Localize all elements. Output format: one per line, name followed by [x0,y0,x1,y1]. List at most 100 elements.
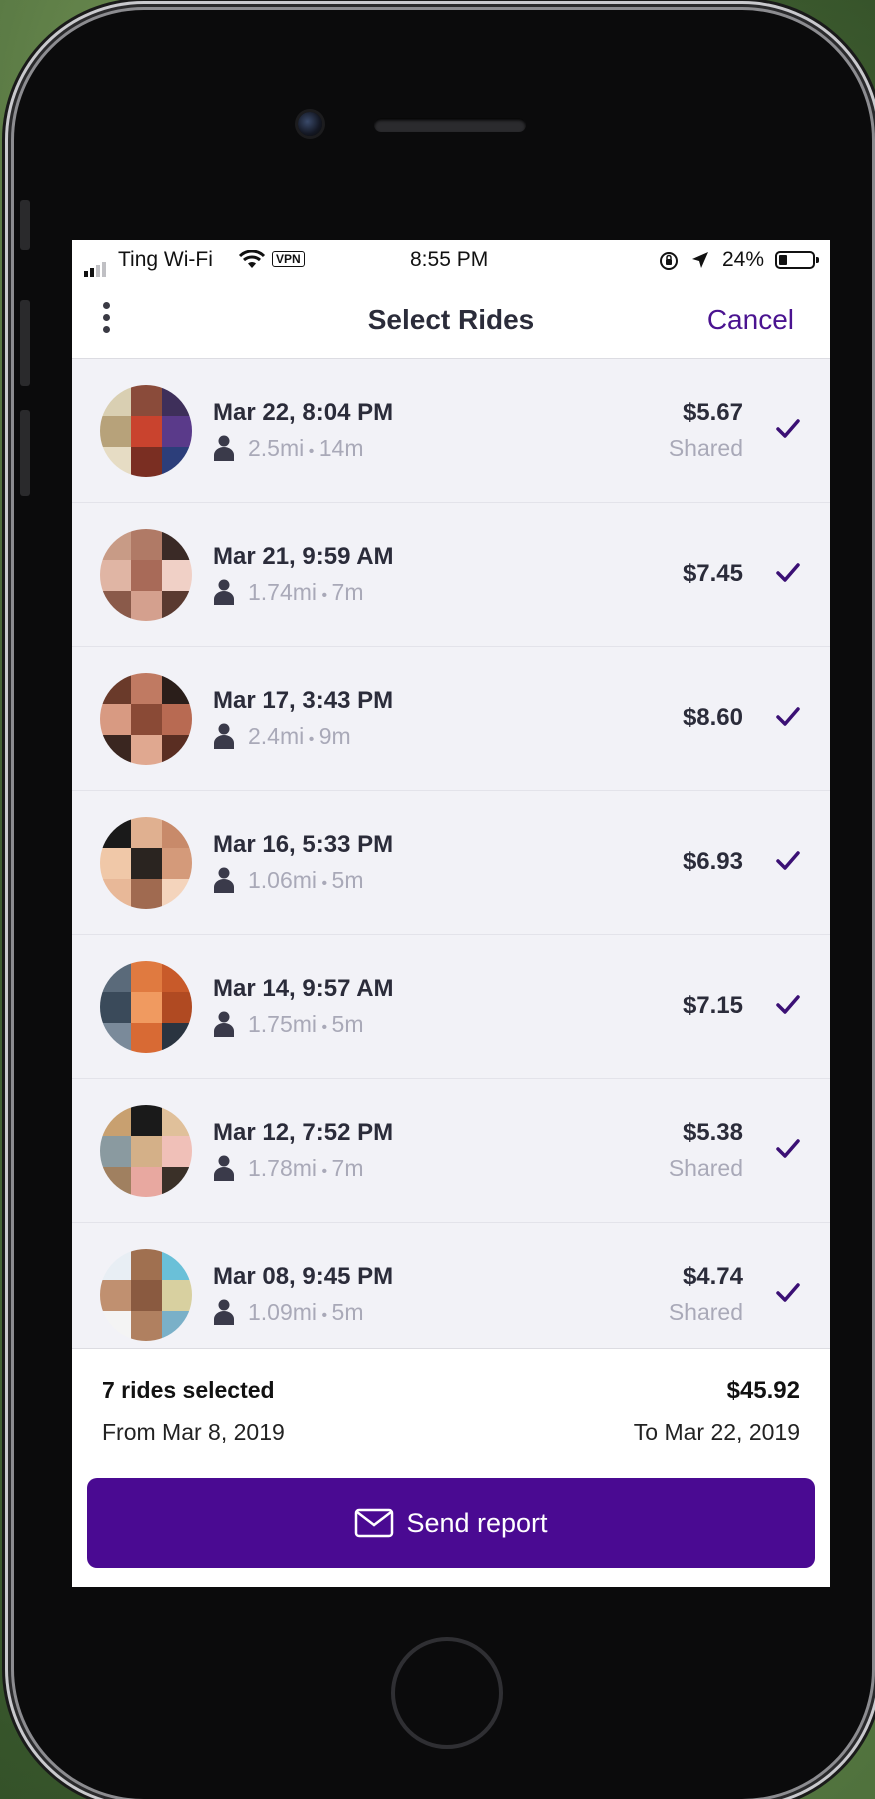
ride-distance-duration: 2.4mi • 9m [248,723,351,750]
ride-distance-duration: 1.09mi • 5m [248,1299,364,1326]
checkmark-icon[interactable] [774,415,802,443]
separator-dot: • [317,1019,332,1036]
ride-type: Shared [668,435,743,461]
ride-date: Mar 16, 5:33 PM [213,831,394,858]
ride-distance: 1.74mi [248,579,318,605]
driver-avatar [100,1105,192,1197]
ride-row[interactable]: Mar 16, 5:33 PM 1.06mi • 5m $6.93 [72,791,830,935]
ride-list: Mar 22, 8:04 PM 2.5mi • 14m $5.67 Shared Mar… [72,359,830,1367]
clock: 8:55 PM [410,248,489,271]
separator-dot: • [317,587,332,604]
person-icon [213,579,235,605]
ride-date: Mar 14, 9:57 AM [213,975,394,1002]
nav-bar: Select Rides Cancel [72,280,830,359]
envelope-icon [355,1508,394,1538]
home-button[interactable] [391,1637,503,1749]
total-amount: $45.92 [726,1377,800,1404]
location-arrow-icon [692,252,708,268]
person-icon [213,435,235,461]
separator-dot: • [304,443,319,460]
ride-distance-duration: 2.5mi • 14m [248,435,364,462]
orientation-lock-icon [660,252,678,270]
ride-date: Mar 21, 9:59 AM [213,543,394,570]
date-range-to: To Mar 22, 2019 [633,1419,800,1445]
person-icon [213,1299,235,1325]
ride-date: Mar 12, 7:52 PM [213,1119,394,1146]
ride-distance-duration: 1.75mi • 5m [248,1011,364,1038]
separator-dot: • [317,1163,332,1180]
status-bar: Ting Wi-Fi VPN 8:55 PM 24% [72,240,830,280]
ride-duration: 14m [318,435,364,461]
cancel-button[interactable]: Cancel [707,304,794,336]
battery-percent: 24% [722,248,765,271]
wifi-icon [238,250,266,268]
carrier-name: Ting Wi-Fi [118,248,213,271]
mute-switch [20,200,30,250]
ride-row[interactable]: Mar 08, 9:45 PM 1.09mi • 5m $4.74 Shared [72,1223,830,1367]
ride-distance-duration: 1.74mi • 7m [248,579,364,606]
ride-distance-duration: 1.78mi • 7m [248,1155,364,1182]
ride-row[interactable]: Mar 12, 7:52 PM 1.78mi • 7m $5.38 Shared [72,1079,830,1223]
ride-type: Shared [668,1155,743,1181]
checkmark-icon[interactable] [774,847,802,875]
driver-avatar [100,817,192,909]
ride-distance: 1.09mi [248,1299,318,1325]
ride-price: $5.67 [682,399,743,426]
driver-avatar [100,385,192,477]
ride-duration: 5m [331,1011,364,1037]
separator-dot: • [317,1307,332,1324]
ride-price: $8.60 [682,704,743,731]
ride-distance: 2.5mi [248,435,305,461]
checkmark-icon[interactable] [774,559,802,587]
rides-selected-count: 7 rides selected [102,1377,275,1403]
separator-dot: • [317,875,332,892]
ride-row[interactable]: Mar 17, 3:43 PM 2.4mi • 9m $8.60 [72,647,830,791]
ride-price: $7.15 [682,992,743,1019]
ride-distance: 1.06mi [248,867,318,893]
driver-avatar [100,1249,192,1341]
ride-row[interactable]: Mar 21, 9:59 AM 1.74mi • 7m $7.45 [72,503,830,647]
ride-date: Mar 22, 8:04 PM [213,399,394,426]
ride-price: $5.38 [682,1119,743,1146]
ride-distance-duration: 1.06mi • 5m [248,867,364,894]
ride-duration: 9m [318,723,351,749]
driver-avatar [100,961,192,1053]
send-report-label: Send report [406,1507,548,1538]
ride-duration: 7m [331,579,364,605]
ride-distance: 2.4mi [248,723,305,749]
ride-row[interactable]: Mar 14, 9:57 AM 1.75mi • 5m $7.15 [72,935,830,1079]
person-icon [213,1155,235,1181]
earpiece-speaker [374,118,526,132]
checkmark-icon[interactable] [774,991,802,1019]
ride-duration: 5m [331,867,364,893]
driver-avatar [100,529,192,621]
send-report-button[interactable]: Send report [87,1478,815,1568]
ride-distance: 1.75mi [248,1011,318,1037]
person-icon [213,867,235,893]
checkmark-icon[interactable] [774,1279,802,1307]
checkmark-icon[interactable] [774,703,802,731]
ride-price: $6.93 [682,848,743,875]
ride-duration: 7m [331,1155,364,1181]
checkmark-icon[interactable] [774,1135,802,1163]
date-range-from: From Mar 8, 2019 [102,1419,285,1445]
ride-price: $4.74 [682,1263,743,1290]
driver-avatar [100,673,192,765]
ride-date: Mar 17, 3:43 PM [213,687,394,714]
ride-distance: 1.78mi [248,1155,318,1181]
ride-duration: 5m [331,1299,364,1325]
person-icon [213,1011,235,1037]
separator-dot: • [304,731,319,748]
volume-down-button [20,410,30,496]
volume-up-button [20,300,30,386]
battery-icon [775,251,819,269]
ride-price: $7.45 [682,560,743,587]
ride-type: Shared [668,1299,743,1325]
selection-summary: 7 rides selected $45.92 From Mar 8, 2019… [72,1348,830,1587]
app-screen: Ting Wi-Fi VPN 8:55 PM 24% Select Rides … [72,240,830,1587]
front-camera [298,112,322,136]
person-icon [213,723,235,749]
ride-date: Mar 08, 9:45 PM [213,1263,394,1290]
ride-row[interactable]: Mar 22, 8:04 PM 2.5mi • 14m $5.67 Shared [72,359,830,503]
vpn-badge: VPN [272,251,305,267]
